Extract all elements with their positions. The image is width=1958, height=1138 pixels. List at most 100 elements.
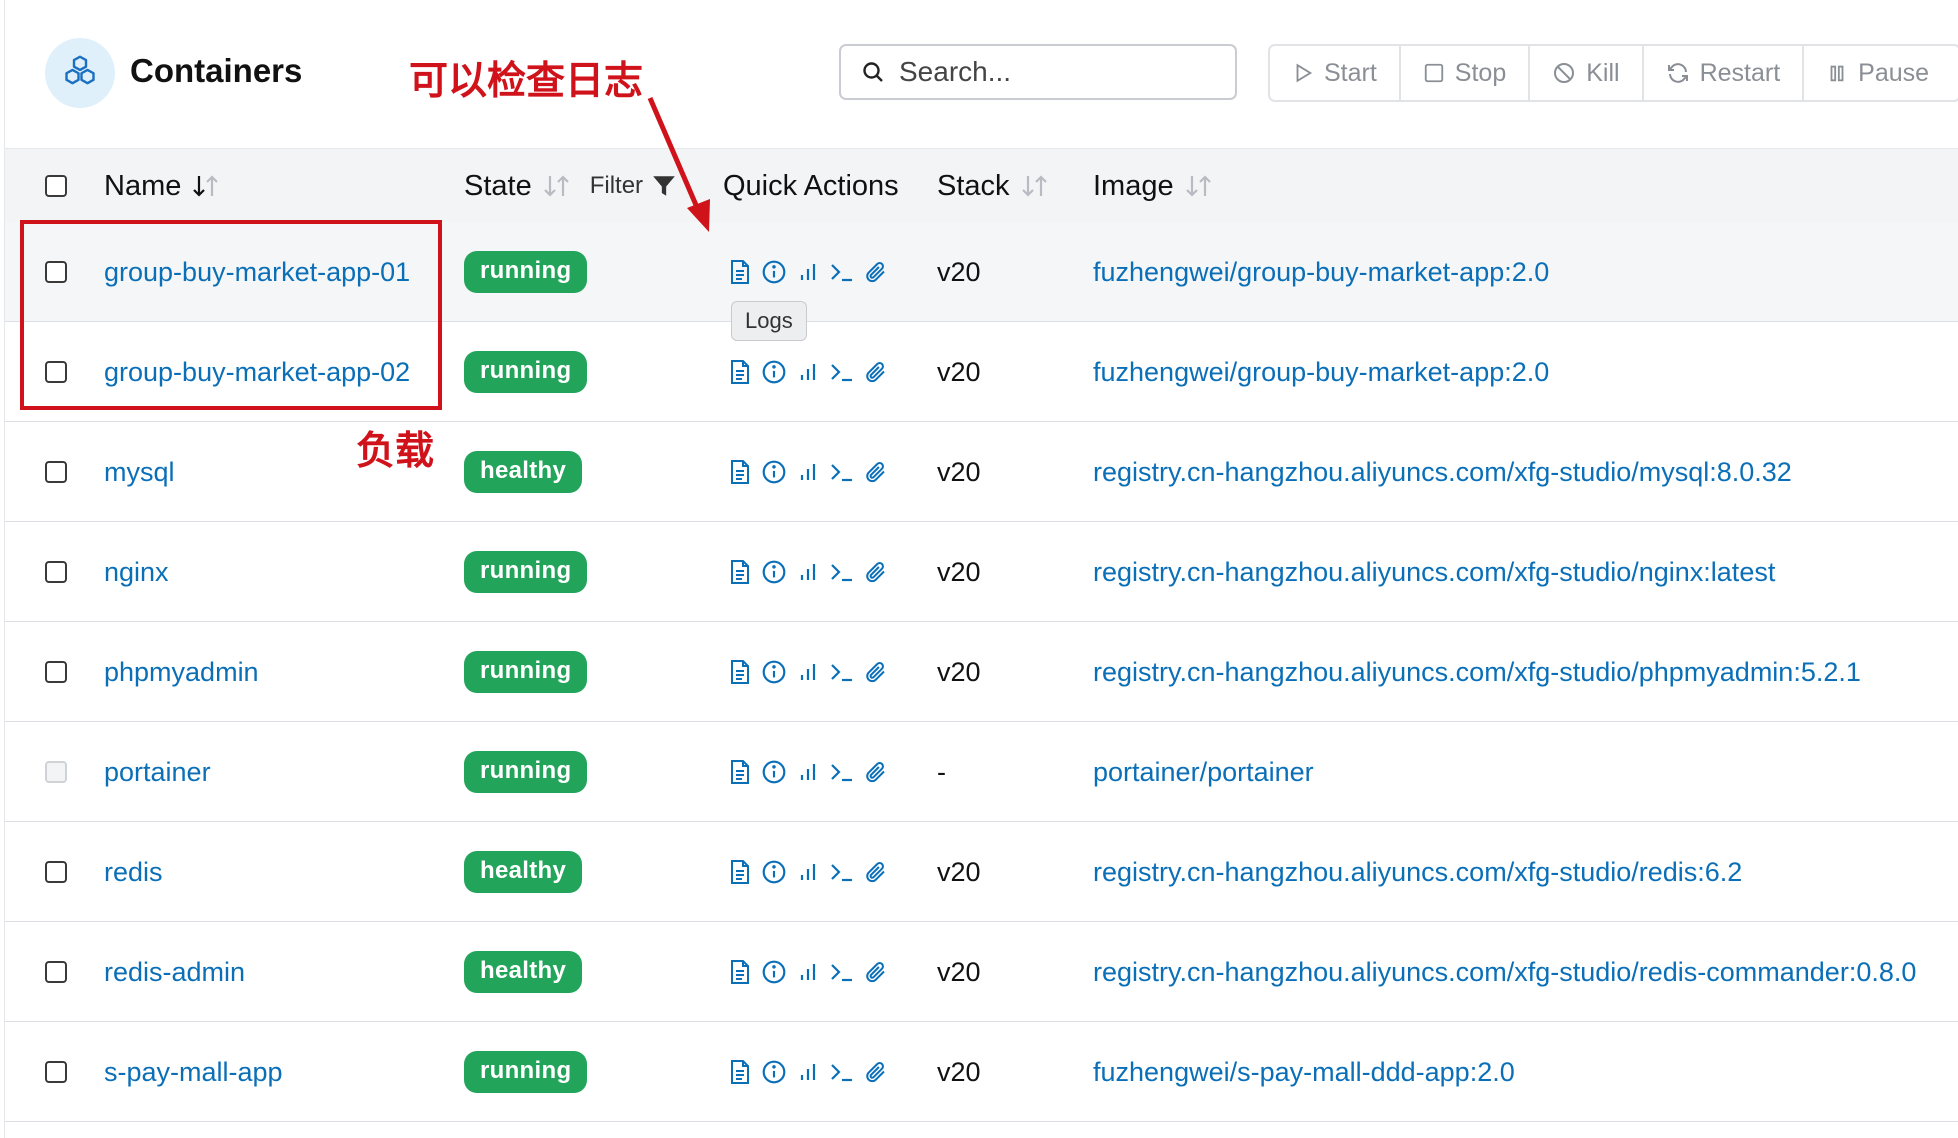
table-row[interactable]: nginx running v20 registry.cn-hangzhou.aliy… xyxy=(5,522,1958,622)
row-checkbox[interactable] xyxy=(45,561,67,583)
attach-icon[interactable] xyxy=(859,1060,893,1084)
console-icon[interactable] xyxy=(825,260,859,284)
image-link[interactable]: registry.cn-hangzhou.aliyuncs.com/xfg-st… xyxy=(1093,422,1792,522)
info-icon[interactable] xyxy=(757,359,791,385)
start-button[interactable]: Start xyxy=(1270,46,1401,100)
logs-icon[interactable] xyxy=(723,359,757,385)
console-icon[interactable] xyxy=(825,960,859,984)
status-badge: running xyxy=(464,1051,588,1093)
info-icon[interactable] xyxy=(757,659,791,685)
attach-icon[interactable] xyxy=(859,560,893,584)
pause-label: Pause xyxy=(1858,58,1930,87)
search-input[interactable] xyxy=(897,55,1201,89)
table-row[interactable]: portainer running - portainer/portainer xyxy=(5,722,1958,822)
annotation-load-note: 负载 xyxy=(356,430,435,473)
sort-icon[interactable] xyxy=(1184,173,1214,199)
stats-icon[interactable] xyxy=(791,560,825,584)
logs-icon[interactable] xyxy=(723,959,757,985)
table-row[interactable]: s-pay-mall-app running v20 fuzhengwei/s-pay… xyxy=(5,1022,1958,1122)
container-name-link[interactable]: redis-admin xyxy=(104,922,245,1022)
info-icon[interactable] xyxy=(757,759,791,785)
info-icon[interactable] xyxy=(757,559,791,585)
quick-actions-column-header: Quick Actions xyxy=(723,149,899,223)
attach-icon[interactable] xyxy=(859,360,893,384)
stats-icon[interactable] xyxy=(791,460,825,484)
name-column-header[interactable]: Name xyxy=(104,149,221,223)
row-checkbox[interactable] xyxy=(45,961,67,983)
table-row[interactable]: redis-admin healthy v20 registry.cn-hangzho… xyxy=(5,922,1958,1022)
console-icon[interactable] xyxy=(825,760,859,784)
info-icon[interactable] xyxy=(757,1059,791,1085)
console-icon[interactable] xyxy=(825,460,859,484)
stats-icon[interactable] xyxy=(791,260,825,284)
sort-icon[interactable] xyxy=(1020,173,1050,199)
logs-icon[interactable] xyxy=(723,1059,757,1085)
info-icon[interactable] xyxy=(757,859,791,885)
logs-icon[interactable] xyxy=(723,759,757,785)
image-link[interactable]: fuzhengwei/group-buy-market-app:2.0 xyxy=(1093,322,1549,422)
attach-icon[interactable] xyxy=(859,860,893,884)
logs-icon[interactable] xyxy=(723,259,757,285)
logs-icon[interactable] xyxy=(723,859,757,885)
row-checkbox[interactable] xyxy=(45,861,67,883)
image-link[interactable]: registry.cn-hangzhou.aliyuncs.com/xfg-st… xyxy=(1093,622,1861,722)
image-link[interactable]: fuzhengwei/group-buy-market-app:2.0 xyxy=(1093,222,1549,322)
status-badge: healthy xyxy=(464,951,583,993)
image-link[interactable]: fuzhengwei/s-pay-mall-ddd-app:2.0 xyxy=(1093,1022,1515,1122)
container-name-link[interactable]: mysql xyxy=(104,422,175,522)
sort-desc-icon[interactable] xyxy=(191,173,221,199)
stats-icon[interactable] xyxy=(791,1060,825,1084)
console-icon[interactable] xyxy=(825,1060,859,1084)
attach-icon[interactable] xyxy=(859,460,893,484)
stats-icon[interactable] xyxy=(791,860,825,884)
container-name-link[interactable]: redis xyxy=(104,822,163,922)
table-row[interactable]: phpmyadmin running v20 registry.cn-hangzhou… xyxy=(5,622,1958,722)
console-icon[interactable] xyxy=(825,560,859,584)
image-column-header[interactable]: Image xyxy=(1093,149,1214,223)
info-icon[interactable] xyxy=(757,459,791,485)
row-checkbox[interactable] xyxy=(45,1061,67,1083)
row-checkbox[interactable] xyxy=(45,461,67,483)
restart-button[interactable]: Restart xyxy=(1644,46,1805,100)
logs-icon[interactable] xyxy=(723,459,757,485)
sort-icon[interactable] xyxy=(542,173,572,199)
restart-label: Restart xyxy=(1699,58,1781,87)
row-checkbox[interactable] xyxy=(45,661,67,683)
stats-icon[interactable] xyxy=(791,360,825,384)
image-link[interactable]: portainer/portainer xyxy=(1093,722,1314,822)
kill-button[interactable]: Kill xyxy=(1530,46,1644,100)
quick-actions-column-label: Quick Actions xyxy=(723,169,899,202)
container-name-link[interactable]: portainer xyxy=(104,722,211,822)
logs-icon[interactable] xyxy=(723,659,757,685)
console-icon[interactable] xyxy=(825,860,859,884)
container-name-link[interactable]: nginx xyxy=(104,522,169,622)
status-badge: running xyxy=(464,351,588,393)
container-name-link[interactable]: phpmyadmin xyxy=(104,622,259,722)
state-column-header[interactable]: State Filter xyxy=(464,149,677,223)
stats-icon[interactable] xyxy=(791,660,825,684)
search-box[interactable] xyxy=(839,44,1237,100)
logs-icon[interactable] xyxy=(723,559,757,585)
table-row[interactable]: redis healthy v20 registry.cn-hangzhou.aliy… xyxy=(5,822,1958,922)
console-icon[interactable] xyxy=(825,660,859,684)
quick-actions-cell xyxy=(723,822,893,922)
info-icon[interactable] xyxy=(757,959,791,985)
select-all-checkbox[interactable] xyxy=(45,175,67,197)
image-link[interactable]: registry.cn-hangzhou.aliyuncs.com/xfg-st… xyxy=(1093,822,1742,922)
stats-icon[interactable] xyxy=(791,760,825,784)
attach-icon[interactable] xyxy=(859,660,893,684)
attach-icon[interactable] xyxy=(859,960,893,984)
state-filter[interactable]: Filter xyxy=(590,172,677,200)
stats-icon[interactable] xyxy=(791,960,825,984)
attach-icon[interactable] xyxy=(859,260,893,284)
attach-icon[interactable] xyxy=(859,760,893,784)
container-name-link[interactable]: s-pay-mall-app xyxy=(104,1022,283,1122)
image-link[interactable]: registry.cn-hangzhou.aliyuncs.com/xfg-st… xyxy=(1093,922,1916,1022)
image-link[interactable]: registry.cn-hangzhou.aliyuncs.com/xfg-st… xyxy=(1093,522,1775,622)
table-row[interactable]: mysql healthy v20 registry.cn-hangzhou.aliy… xyxy=(5,422,1958,522)
stack-column-header[interactable]: Stack xyxy=(937,149,1050,223)
info-icon[interactable] xyxy=(757,259,791,285)
stop-button[interactable]: Stop xyxy=(1401,46,1531,100)
console-icon[interactable] xyxy=(825,360,859,384)
pause-button[interactable]: Pause xyxy=(1804,46,1958,100)
